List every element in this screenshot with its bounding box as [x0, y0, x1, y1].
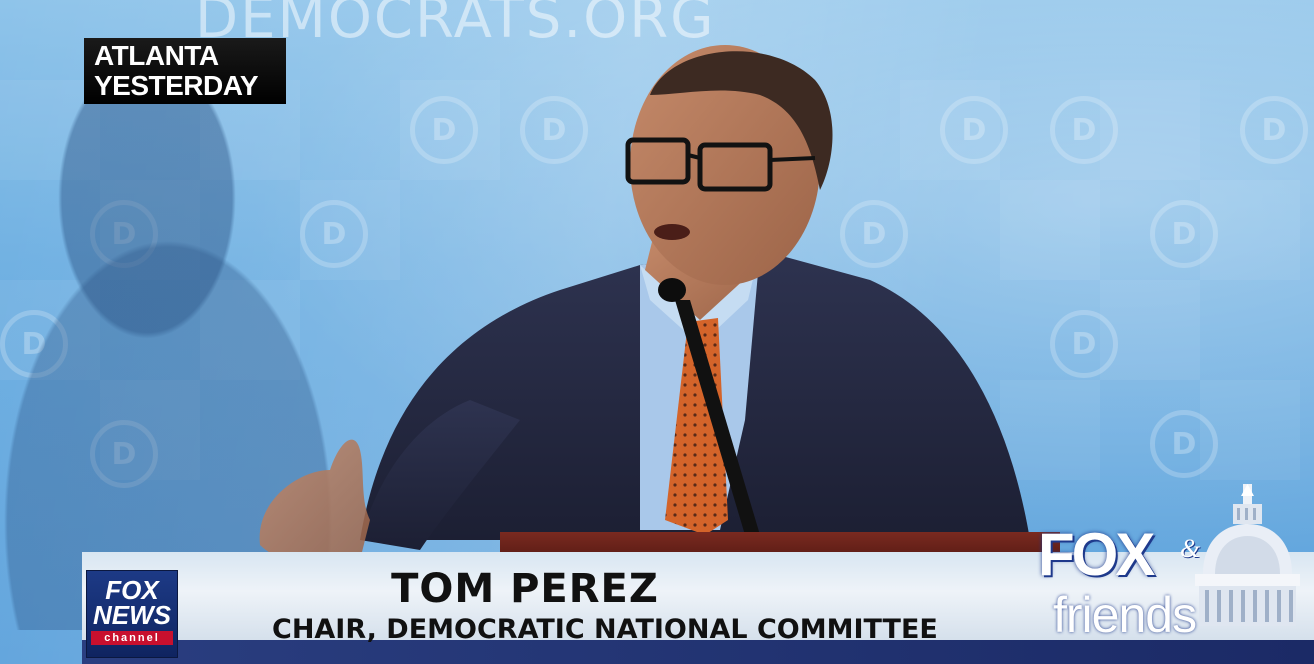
fox-news-logo: FOX NEWS channel [86, 570, 178, 658]
video-frame: D D D D D D D D D D D D D DEMOCRATS.ORG [0, 0, 1314, 664]
time-line: YESTERDAY [94, 70, 259, 101]
fox-news-logo-word3: channel [91, 631, 173, 645]
location-line: ATLANTA [94, 40, 219, 71]
fox-and-friends-logo: FOX & friends [1035, 484, 1314, 654]
fox-and-friends-word-friends: friends [1053, 587, 1197, 643]
fox-news-logo-word2: NEWS [93, 600, 171, 630]
location-bug: ATLANTA YESTERDAY [84, 38, 286, 104]
fox-and-friends-ampersand: & [1180, 534, 1201, 563]
fox-and-friends-word-fox: FOX [1038, 521, 1155, 588]
speaker-title: CHAIR, DEMOCRATIC NATIONAL COMMITTEE [272, 614, 938, 645]
capitol-dome-icon [1195, 484, 1300, 626]
